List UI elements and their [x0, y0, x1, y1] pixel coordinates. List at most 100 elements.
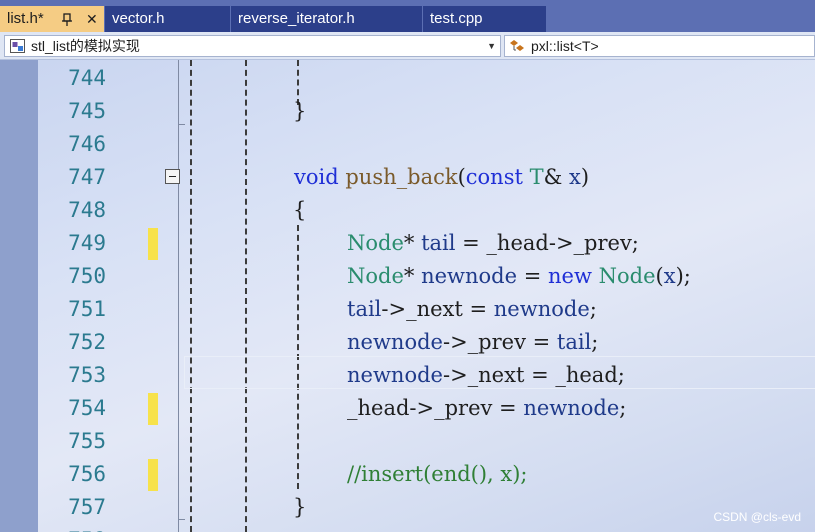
code-editor[interactable]: 744 745 } 746 747 void push_back(const T…: [0, 60, 815, 532]
type-name: Node: [347, 231, 404, 255]
tab-reverse-iterator-h[interactable]: reverse_iterator.h: [231, 6, 422, 32]
code-line: 745 }: [0, 95, 815, 128]
code-line: 752 newnode->_prev = tail;: [0, 326, 815, 359]
operator: =: [517, 264, 548, 288]
line-number: 745: [68, 99, 106, 123]
code-line: 753 newnode->_next = _head;: [0, 359, 815, 392]
tab-list-h[interactable]: list.h* ✕: [0, 6, 104, 32]
expression: ->_next = _head;: [442, 363, 625, 387]
tab-label: list.h*: [7, 10, 44, 27]
line-number: 751: [68, 297, 106, 321]
type-name: Node: [347, 264, 404, 288]
change-marker: [148, 228, 158, 260]
pin-icon[interactable]: [61, 6, 73, 32]
expression: _head->_prev =: [347, 396, 524, 420]
member-label: pxl::list<T>: [531, 38, 599, 54]
code-text: newnode->_prev = tail;: [347, 326, 598, 359]
navigation-bar: stl_list的模拟实现 ▼ pxl::list<T>: [0, 32, 815, 60]
variable: tail: [347, 297, 382, 321]
variable: tail: [556, 330, 592, 354]
collapse-icon[interactable]: [165, 169, 180, 184]
code-line: 747 void push_back(const T& x): [0, 161, 815, 194]
close-icon[interactable]: ✕: [86, 6, 98, 32]
punctuation: ;: [591, 330, 599, 354]
variable: tail: [421, 231, 456, 255]
code-text: Node* tail = _head->_prev;: [347, 227, 639, 260]
line-number: 750: [68, 264, 106, 288]
line-number: 755: [68, 429, 106, 453]
tab-label: vector.h: [112, 10, 165, 27]
punctuation: (: [457, 165, 466, 189]
line-number: 747: [68, 165, 106, 189]
code-line: 749 Node* tail = _head->_prev;: [0, 227, 815, 260]
code-line: 755: [0, 425, 815, 458]
keyword: const: [465, 165, 523, 189]
variable: newnode: [347, 330, 443, 354]
tab-vector-h[interactable]: vector.h: [105, 6, 230, 32]
variable: newnode: [493, 297, 590, 321]
code-line: 757 }: [0, 491, 815, 524]
punctuation: *: [403, 231, 422, 255]
watermark: CSDN @cls-evd: [713, 510, 801, 524]
line-number: 756: [68, 462, 106, 486]
scope-dropdown[interactable]: stl_list的模拟实现 ▼: [4, 35, 501, 57]
code-text: {: [293, 198, 307, 222]
code-line: 746: [0, 128, 815, 161]
type-name: Node: [598, 264, 656, 288]
code-line: 750 Node* newnode = new Node(x);: [0, 260, 815, 293]
keyword: void: [294, 165, 339, 189]
punctuation: ;: [589, 297, 597, 321]
code-text: _head->_prev = newnode;: [347, 392, 626, 425]
expression: ->_prev =: [442, 330, 557, 354]
code-line: 744: [0, 62, 815, 95]
code-text: }: [293, 99, 307, 123]
change-marker: [148, 393, 158, 425]
code-line: 748 {: [0, 194, 815, 227]
member-dropdown[interactable]: pxl::list<T>: [504, 35, 815, 57]
project-icon: [10, 39, 25, 53]
variable: newnode: [421, 264, 518, 288]
line-number: 744: [68, 66, 106, 90]
tab-test-cpp[interactable]: test.cpp: [423, 6, 546, 32]
document-tab-strip: list.h* ✕ vector.h reverse_iterator.h te…: [0, 0, 815, 32]
line-number: 752: [68, 330, 106, 354]
tab-label: reverse_iterator.h: [238, 10, 355, 27]
line-number: 749: [68, 231, 106, 255]
variable: newnode: [347, 363, 443, 387]
expression: = _head->_prev;: [455, 231, 639, 255]
variable: x: [569, 165, 581, 189]
scope-label: stl_list的模拟实现: [31, 38, 140, 54]
line-number: 748: [68, 198, 106, 222]
code-text: tail->_next = newnode;: [347, 293, 597, 326]
tab-label: test.cpp: [430, 10, 483, 27]
line-number: 757: [68, 495, 106, 519]
variable: newnode: [523, 396, 620, 420]
code-line: 754 _head->_prev = newnode;: [0, 392, 815, 425]
code-text: }: [293, 495, 307, 519]
variable: x: [663, 264, 676, 288]
function-name: push_back: [345, 165, 458, 189]
punctuation: ;: [619, 396, 627, 420]
keyword: new: [548, 264, 592, 288]
line-number: 754: [68, 396, 106, 420]
punctuation: ): [580, 165, 590, 189]
expression: ->_next =: [381, 297, 494, 321]
line-number: 746: [68, 132, 106, 156]
code-text: Node* newnode = new Node(x);: [347, 260, 691, 293]
change-marker: [148, 459, 158, 491]
punctuation: (: [655, 264, 664, 288]
punctuation: &: [543, 165, 570, 189]
line-number: 758: [38, 524, 106, 532]
class-icon: [510, 40, 524, 51]
type-name: T: [529, 165, 544, 189]
code-text: void push_back(const T& x): [294, 161, 589, 194]
code-text: newnode->_next = _head;: [347, 359, 625, 392]
punctuation: *: [403, 264, 422, 288]
code-line: 751 tail->_next = newnode;: [0, 293, 815, 326]
punctuation: );: [675, 264, 691, 288]
chevron-down-icon[interactable]: ▼: [487, 36, 496, 56]
code-line: 756 //insert(end(), x);: [0, 458, 815, 491]
code-line: 758: [0, 524, 815, 532]
comment: //insert(end(), x);: [347, 462, 528, 486]
